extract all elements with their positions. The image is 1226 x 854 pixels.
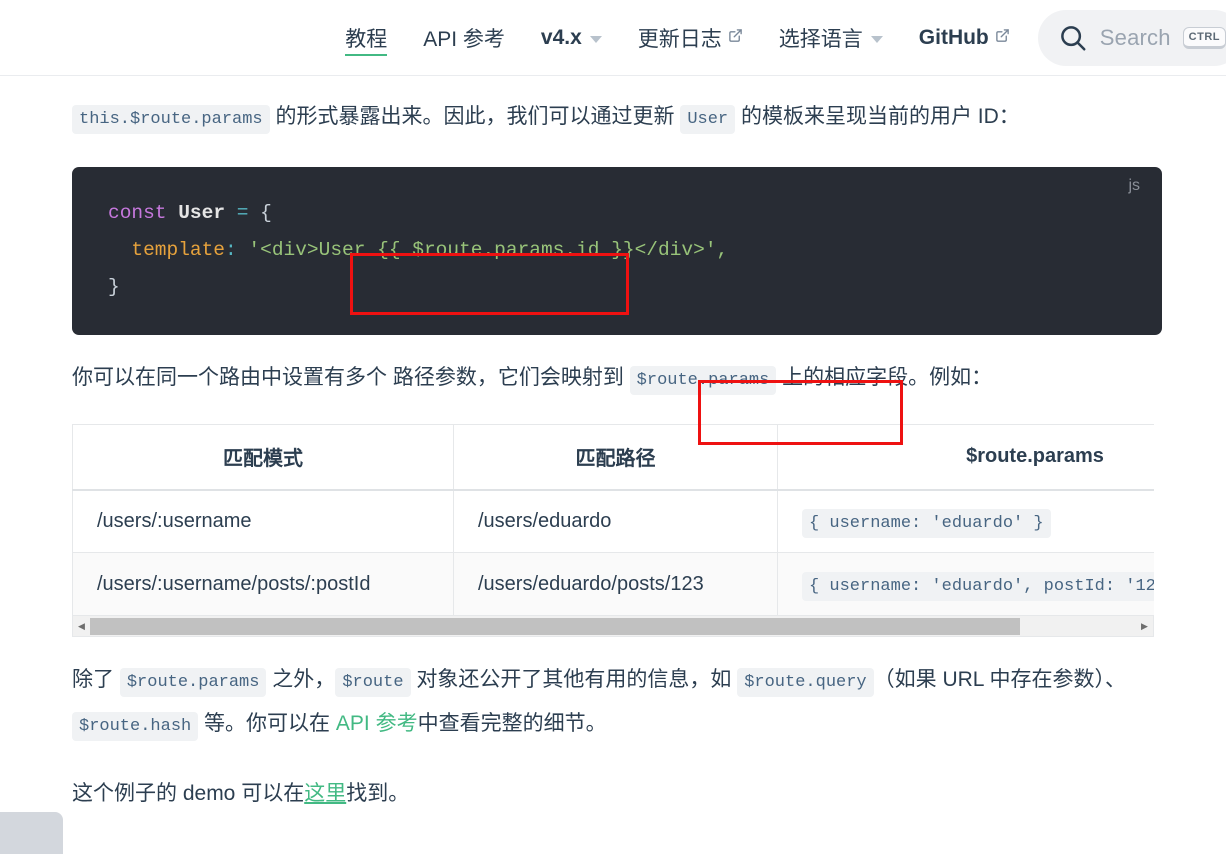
code-token-template-key: template bbox=[131, 239, 226, 261]
paragraph-demo: 这个例子的 demo 可以在这里找到。 bbox=[72, 747, 1162, 814]
inline-code: $route bbox=[335, 668, 411, 697]
params-table-viewport: 匹配模式 匹配路径 $route.params /users/:username… bbox=[72, 424, 1154, 616]
table-header-row: 匹配模式 匹配路径 $route.params bbox=[72, 424, 1154, 491]
code-language-label: js bbox=[1128, 177, 1140, 194]
nav-item-label: GitHub bbox=[918, 25, 989, 49]
code-token-open-brace: { bbox=[260, 202, 272, 224]
page-content: this.$route.params 的形式暴露出来。因此，我们可以通过更新 U… bbox=[0, 76, 1226, 814]
chevron-down-icon bbox=[589, 36, 602, 43]
search-input[interactable]: Search bbox=[1100, 25, 1171, 51]
nav-item-version[interactable]: v4.x bbox=[523, 16, 620, 60]
nav-item-label: API 参考 bbox=[423, 27, 505, 51]
table-row: /users/:username /users/eduardo { userna… bbox=[72, 489, 1154, 553]
paragraph-text: 之外， bbox=[266, 668, 336, 691]
code-block: js const User = { template: '<div>User {… bbox=[72, 167, 1162, 335]
table-cell-params: { username: 'eduardo', postId: '123' } bbox=[777, 552, 1154, 616]
table-row: /users/:username/posts/:postId /users/ed… bbox=[72, 552, 1154, 616]
code-token-user: User bbox=[178, 202, 226, 224]
paragraph-text: 你可以在同一个路由中设置有多个 路径参数，它们会映射到 bbox=[72, 366, 630, 389]
paragraph-multi-params: 你可以在同一个路由中设置有多个 路径参数，它们会映射到 $route.param… bbox=[72, 335, 1162, 401]
search-shortcut-key: CTRL bbox=[1182, 26, 1226, 49]
paragraph-text: 的模板来呈现当前的用户 ID： bbox=[735, 105, 1020, 128]
demo-here-link[interactable]: 这里 bbox=[304, 782, 346, 805]
table-cell-params: { username: 'eduardo' } bbox=[777, 489, 1154, 553]
external-link-icon bbox=[995, 28, 1010, 43]
table-cell-path: /users/eduardo bbox=[453, 489, 778, 553]
top-navbar: 教程 API 参考 v4.x 更新日志 选择语言 GitHub Search C… bbox=[0, 0, 1226, 76]
params-table: 匹配模式 匹配路径 $route.params /users/:username… bbox=[72, 424, 1154, 616]
paragraph-text: 除了 bbox=[72, 668, 120, 691]
scrollbar-track[interactable] bbox=[90, 617, 1136, 636]
paragraph-route-object: 除了 $route.params 之外， $route 对象还公开了其他有用的信息… bbox=[72, 637, 1162, 747]
inline-code: $route.query bbox=[737, 668, 874, 697]
table-cell-pattern: /users/:username/posts/:postId bbox=[72, 552, 454, 616]
nav-item-changelog[interactable]: 更新日志 bbox=[620, 16, 761, 60]
nav-links: 教程 API 参考 v4.x 更新日志 选择语言 GitHub bbox=[327, 16, 1028, 60]
table-cell-path: /users/eduardo/posts/123 bbox=[453, 552, 778, 616]
paragraph-text: 这个例子的 demo 可以在 bbox=[72, 782, 305, 805]
bottom-left-widget[interactable] bbox=[0, 812, 63, 854]
paragraph-text: 的形式暴露出来。因此，我们可以通过更新 bbox=[269, 105, 681, 128]
nav-item-api-reference[interactable]: API 参考 bbox=[405, 16, 523, 60]
paragraph-text: （如果 URL 中存在参数）、 bbox=[873, 668, 1127, 691]
table-header-pattern: 匹配模式 bbox=[72, 424, 454, 491]
code-token-colon: : bbox=[225, 239, 237, 261]
table-cell-pattern: /users/:username bbox=[72, 489, 454, 553]
nav-item-language-select[interactable]: 选择语言 bbox=[761, 16, 901, 60]
inline-code: this.$route.params bbox=[72, 105, 270, 134]
code-token-equals: = bbox=[236, 202, 249, 224]
params-table-wrapper: 匹配模式 匹配路径 $route.params /users/:username… bbox=[72, 424, 1162, 637]
search-icon bbox=[1058, 23, 1088, 53]
paragraph-text: 对象还公开了其他有用的信息，如 bbox=[410, 668, 738, 691]
inline-code: User bbox=[680, 105, 736, 134]
code-token-mustache: {{ $route.params.id }} bbox=[377, 239, 635, 261]
paragraph-intro: this.$route.params 的形式暴露出来。因此，我们可以通过更新 U… bbox=[72, 76, 1162, 140]
search-box[interactable]: Search CTRL bbox=[1037, 9, 1226, 66]
inline-code: { username: 'eduardo' } bbox=[802, 508, 1051, 538]
code-token-string-close: </div>', bbox=[634, 239, 729, 261]
paragraph-text: 中查看完整的细节。 bbox=[417, 712, 607, 735]
nav-item-label: 教程 bbox=[345, 27, 388, 51]
paragraph-text: 找到。 bbox=[346, 782, 410, 805]
table-header-params: $route.params bbox=[777, 424, 1154, 491]
scroll-left-arrow-icon[interactable]: ◀ bbox=[73, 617, 90, 636]
nav-item-label: v4.x bbox=[540, 25, 582, 49]
table-horizontal-scrollbar[interactable]: ◀ ▶ bbox=[72, 616, 1154, 637]
inline-code: $route.params bbox=[629, 366, 777, 395]
code-token-string-open: '<div>User bbox=[248, 239, 378, 261]
code-token-close-brace: } bbox=[108, 276, 120, 298]
code-token-const: const bbox=[108, 202, 167, 224]
table-header-path: 匹配路径 bbox=[453, 424, 778, 491]
paragraph-text: 等。你可以在 bbox=[198, 712, 336, 735]
external-link-icon bbox=[728, 28, 743, 43]
inline-code: $route.params bbox=[119, 668, 267, 697]
inline-code: $route.hash bbox=[72, 712, 199, 741]
nav-item-label: 更新日志 bbox=[637, 27, 722, 51]
chevron-down-icon bbox=[870, 36, 883, 43]
nav-item-label: 选择语言 bbox=[778, 27, 863, 51]
nav-item-tutorial[interactable]: 教程 bbox=[327, 16, 405, 60]
paragraph-text: 上的相应字段。例如： bbox=[776, 366, 993, 389]
code-content: const User = { template: '<div>User {{ $… bbox=[108, 195, 1132, 306]
scroll-right-arrow-icon[interactable]: ▶ bbox=[1136, 617, 1153, 636]
api-reference-link[interactable]: API 参考 bbox=[336, 712, 418, 735]
scrollbar-thumb[interactable] bbox=[90, 617, 1020, 635]
inline-code: { username: 'eduardo', postId: '123' } bbox=[802, 571, 1154, 601]
nav-item-github[interactable]: GitHub bbox=[901, 16, 1028, 60]
